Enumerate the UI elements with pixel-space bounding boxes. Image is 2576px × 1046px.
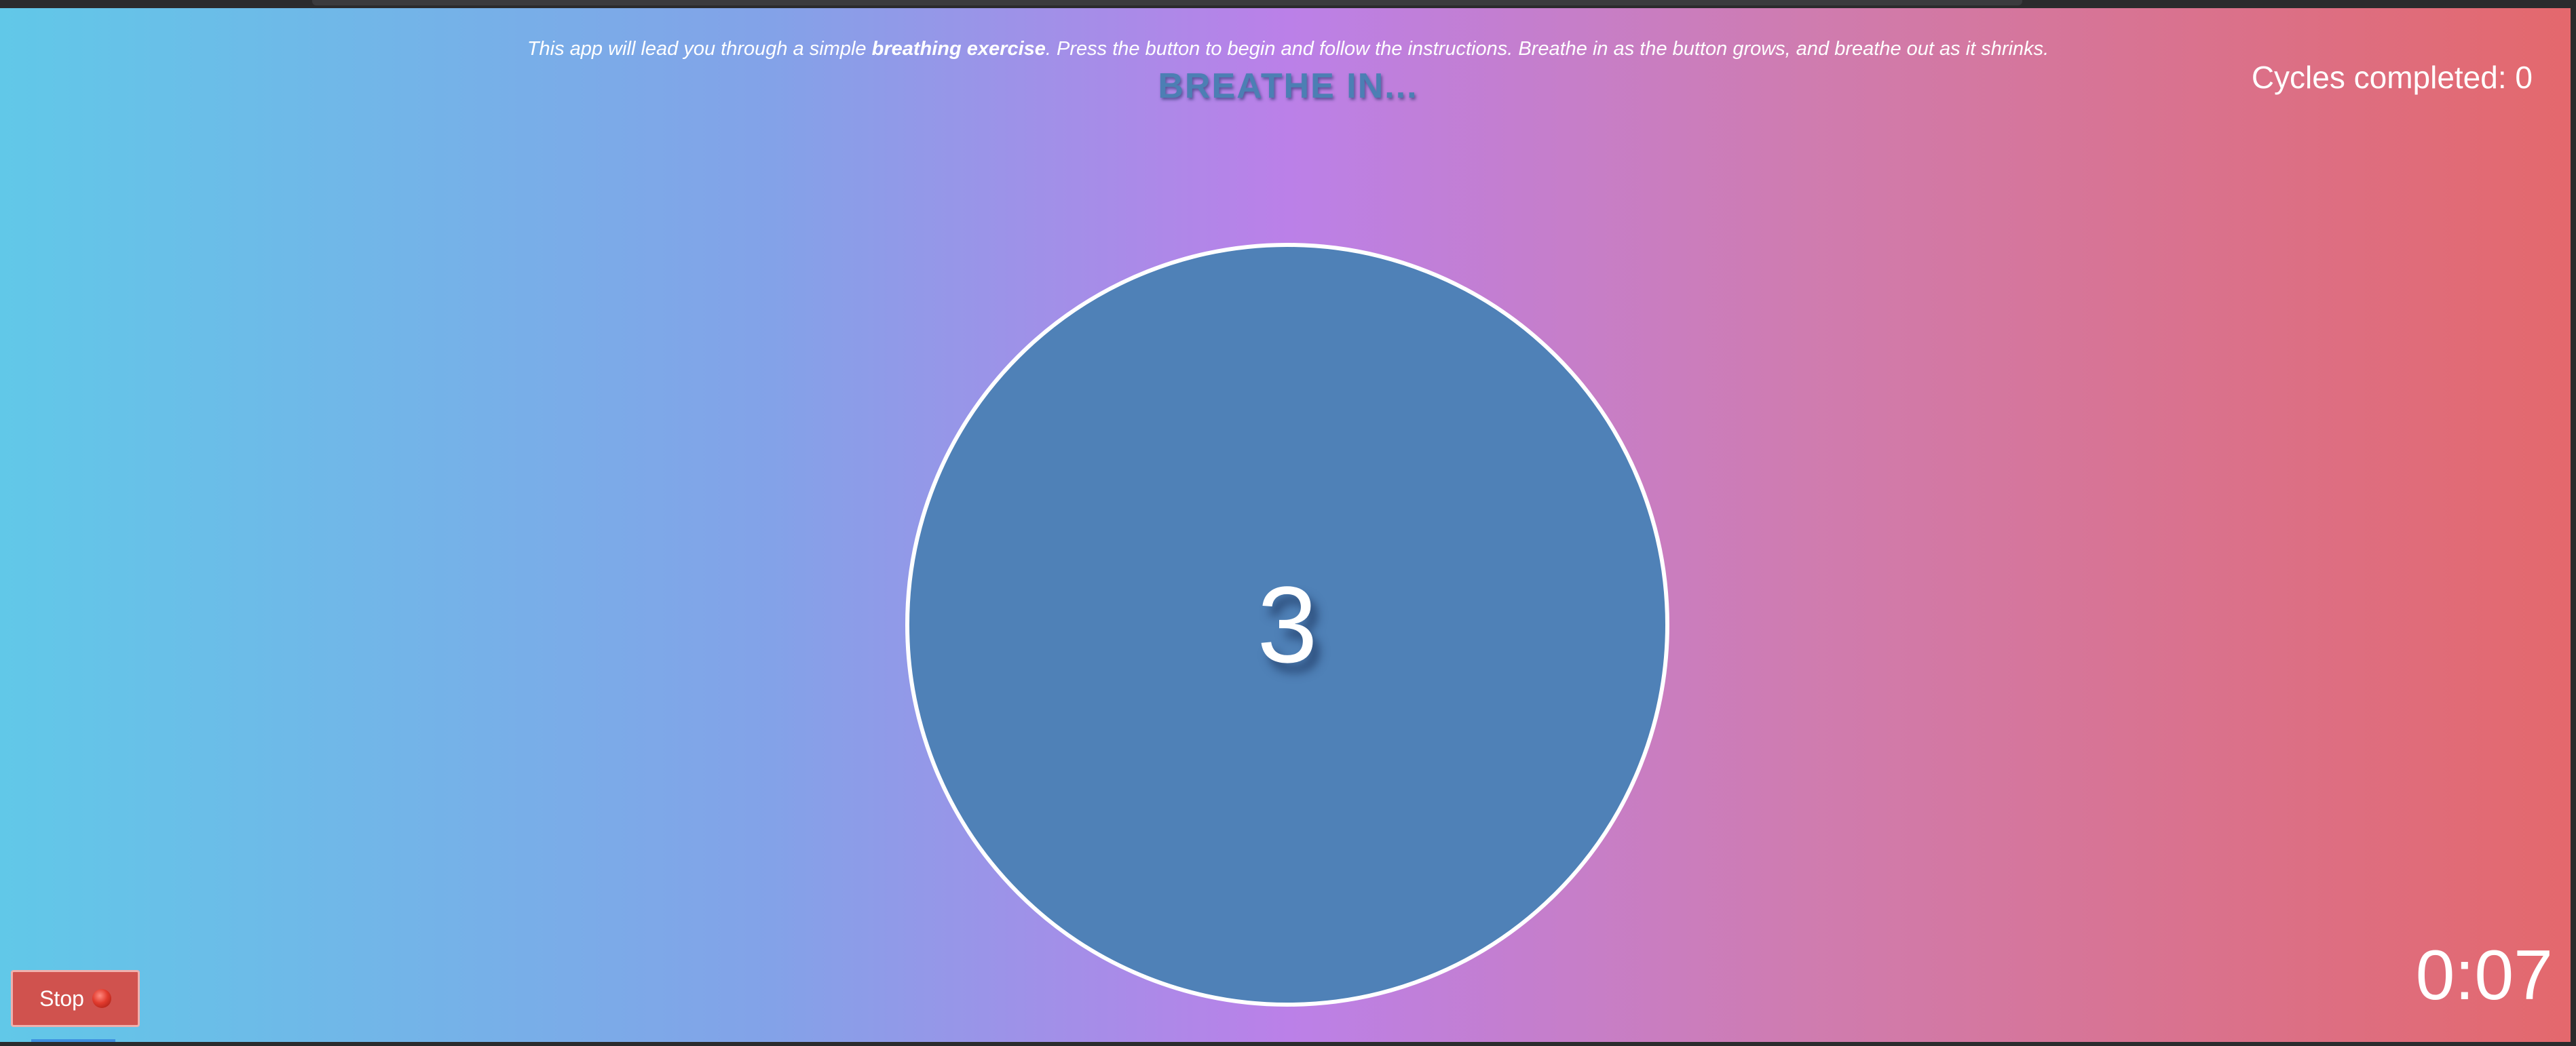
window-tab-strip (312, 0, 2022, 5)
elapsed-timer: 0:07 (2415, 936, 2553, 1015)
intro-text-end: . Press the button to begin and follow t… (1045, 38, 2049, 60)
countdown-number: 3 (1257, 564, 1318, 685)
breathing-app: This app will lead you through a simple … (0, 0, 2576, 1046)
window-bottom-bar (0, 1042, 2576, 1046)
stop-button[interactable]: Stop (11, 970, 140, 1027)
red-circle-icon (92, 989, 111, 1008)
window-right-edge (2571, 0, 2576, 1046)
window-top-bar (0, 0, 2576, 8)
intro-text-start: This app will lead you through a simple (527, 38, 872, 60)
cycles-completed-counter: Cycles completed: 0 (2251, 60, 2533, 95)
stop-button-label: Stop (39, 986, 84, 1011)
intro-text-bold: breathing exercise (871, 38, 1046, 60)
breathing-instruction: BREATHE IN... (1158, 66, 1418, 106)
intro-text: This app will lead you through a simple … (0, 35, 2576, 62)
breathing-circle-button[interactable]: 3 (905, 243, 1669, 1007)
